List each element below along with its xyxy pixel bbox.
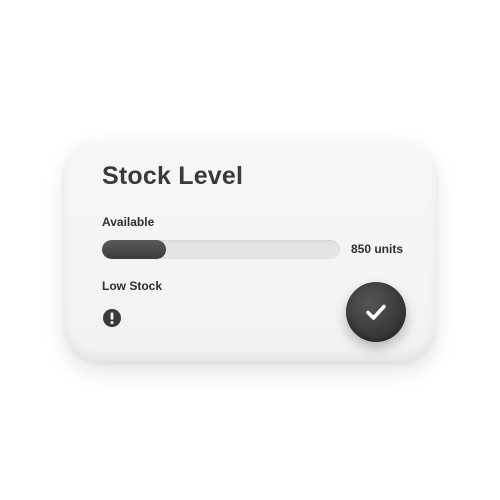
- low-stock-label: Low Stock: [102, 279, 163, 293]
- card-title: Stock Level: [102, 162, 244, 190]
- stock-progress-fill: [102, 240, 167, 259]
- stock-units-value: 850 units: [351, 242, 404, 256]
- stock-progress-bar: [102, 240, 340, 259]
- available-label: Available: [102, 215, 155, 229]
- confirm-button[interactable]: [346, 282, 406, 342]
- checkmark-icon: [366, 304, 386, 320]
- stock-level-card: Stock Level Available 850 units Low Stoc…: [64, 138, 436, 362]
- exclamation-circle-icon: [102, 308, 122, 328]
